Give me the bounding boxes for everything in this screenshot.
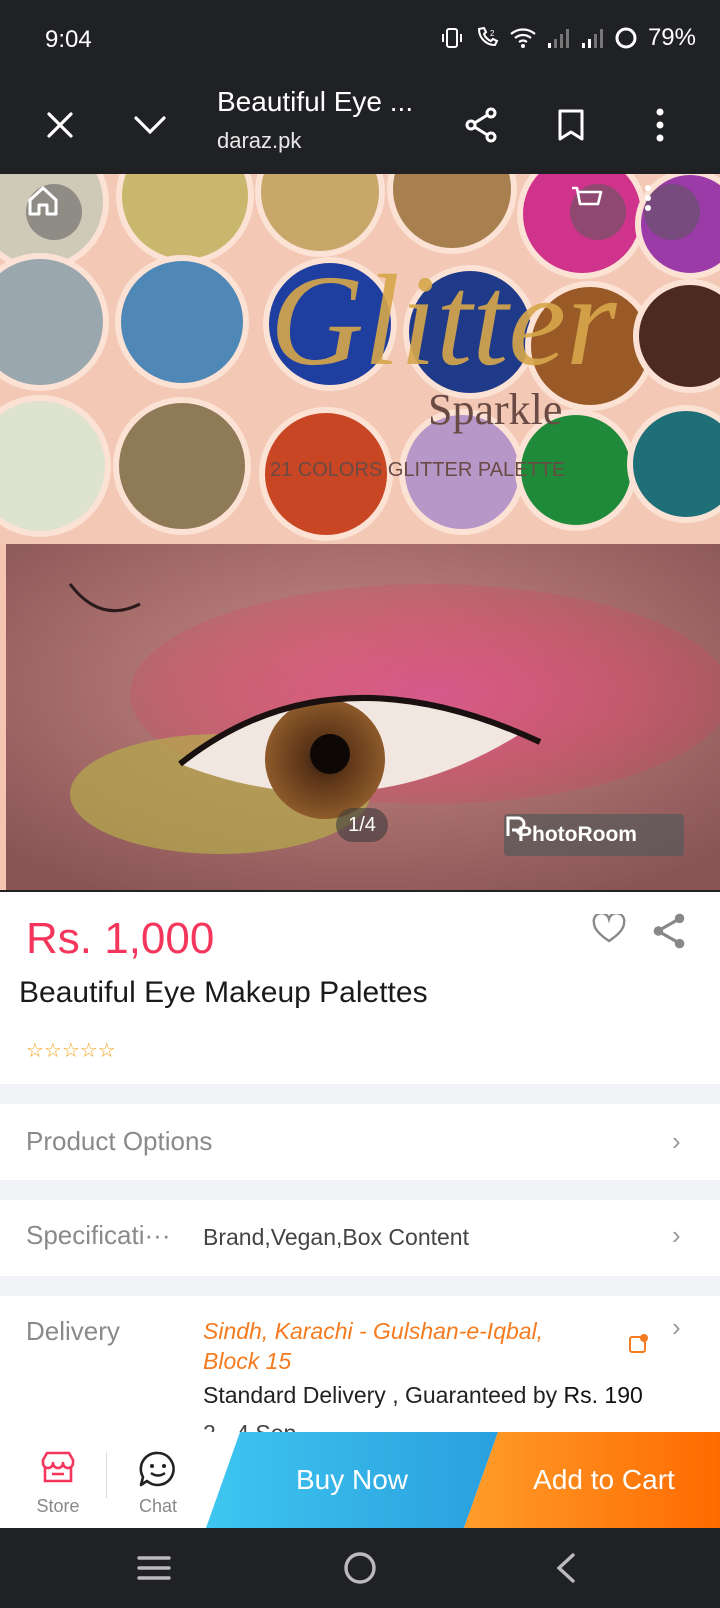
chat-label: Chat [138, 1496, 178, 1516]
specifications-value: Brand,Vegan,Box Content [203, 1224, 469, 1250]
browser-toolbar: Beautiful Eye ... daraz.pk [0, 80, 720, 174]
store-icon [41, 1451, 75, 1483]
palette-caption: 21 COLORS GLITTER PALETTE [270, 459, 565, 481]
chat-button[interactable]: Chat [110, 1432, 206, 1528]
close-button[interactable] [35, 100, 85, 150]
section-divider [0, 1276, 720, 1296]
specifications-label: Specificati··· [26, 1220, 171, 1250]
back-button[interactable] [536, 1548, 596, 1588]
more-button[interactable] [635, 100, 685, 150]
product-title: Beautiful Eye Makeup Palettes [19, 976, 428, 1009]
photoroom-watermark: PhotoRoom [504, 814, 684, 856]
minimize-button[interactable] [125, 100, 175, 150]
action-divider [106, 1452, 107, 1498]
more-vert-icon [656, 108, 664, 142]
product-options-label: Product Options [26, 1126, 213, 1156]
palette-logo: Glitter [270, 249, 617, 393]
home-button[interactable] [26, 184, 82, 240]
recents-button[interactable] [124, 1548, 184, 1588]
bookmark-button[interactable] [546, 100, 596, 150]
battery-percent: 79% [647, 24, 696, 51]
system-nav-bar [0, 1528, 720, 1608]
svg-text:2: 2 [490, 29, 495, 38]
product-options-row[interactable]: Product Options › [0, 1104, 720, 1180]
specifications-row[interactable]: Specificati··· Brand,Vegan,Box Content › [0, 1200, 720, 1276]
chevron-right-icon: › [672, 1312, 681, 1342]
product-summary: Rs. 1,000 Beautiful Eye Makeup Palettes … [0, 892, 720, 1084]
battery-ring-icon [615, 27, 637, 49]
chevron-right-icon: › [672, 1220, 681, 1250]
delivery-row[interactable]: Delivery Sindh, Karachi - Gulshan-e-Iqba… [0, 1296, 720, 1432]
gallery-more-button[interactable] [644, 184, 700, 240]
location-edit-icon[interactable] [628, 1332, 650, 1354]
signal-icon [547, 29, 569, 48]
vibrate-icon [441, 28, 462, 48]
delivery-info: Standard Delivery , Guaranteed by Rs. 19… [203, 1382, 643, 1409]
delivery-label: Delivery [26, 1316, 120, 1346]
gallery-pager: 1/4 [336, 808, 388, 842]
page-domain: daraz.pk [217, 128, 302, 153]
more-vert-icon [645, 185, 651, 211]
share-icon [465, 107, 497, 143]
cart-button[interactable] [570, 184, 626, 240]
chevron-right-icon: › [672, 1126, 681, 1156]
close-icon [47, 112, 73, 138]
recents-icon [137, 1556, 171, 1580]
product-image-gallery[interactable]: Glitter Sparkle 21 COLORS GLITTER PALETT… [0, 174, 720, 892]
share-button[interactable] [456, 100, 506, 150]
section-divider [0, 1084, 720, 1104]
chat-icon [139, 1451, 175, 1487]
delivery-fee: Rs. 190 [563, 1382, 643, 1408]
wifi-icon [510, 28, 536, 48]
store-button[interactable]: Store [10, 1432, 106, 1528]
status-icons: 2 79% [440, 24, 696, 52]
home-nav-button[interactable] [330, 1548, 390, 1588]
product-photo: Glitter Sparkle 21 COLORS GLITTER PALETT… [0, 174, 720, 892]
store-label: Store [36, 1496, 80, 1516]
add-to-cart-button[interactable]: Add to Cart [464, 1432, 720, 1528]
home-icon [28, 186, 58, 216]
bottom-action-bar: Store Chat Buy Now Add to Cart [0, 1432, 720, 1528]
bookmark-icon [558, 109, 584, 141]
delivery-address[interactable]: Sindh, Karachi - Gulshan-e-Iqbal, Block … [203, 1316, 603, 1376]
palette-sub: Sparkle [428, 385, 562, 434]
rating-stars: ☆☆☆☆☆ [26, 1040, 116, 1062]
delivery-text: Standard Delivery , Guaranteed by [203, 1382, 558, 1408]
product-price: Rs. 1,000 [26, 914, 215, 963]
back-icon [556, 1553, 575, 1583]
cart-icon [572, 186, 603, 206]
home-circle-icon [344, 1552, 376, 1584]
photoroom-logo-icon [506, 816, 526, 838]
wifi-call-icon: 2 [477, 26, 499, 47]
delivery-date: 2 - 4 Sep [203, 1420, 296, 1432]
share-icon[interactable] [651, 912, 687, 950]
wishlist-heart-icon[interactable] [592, 914, 626, 944]
buy-now-button[interactable]: Buy Now [206, 1432, 498, 1528]
chevron-down-icon [134, 116, 166, 135]
page-title: Beautiful Eye ... [217, 86, 414, 117]
watermark-text: PhotoRoom [518, 823, 637, 846]
signal-icon [581, 29, 603, 48]
section-divider [0, 1180, 720, 1200]
status-bar: 9:04 2 79% [0, 0, 720, 80]
status-time: 9:04 [45, 26, 92, 53]
